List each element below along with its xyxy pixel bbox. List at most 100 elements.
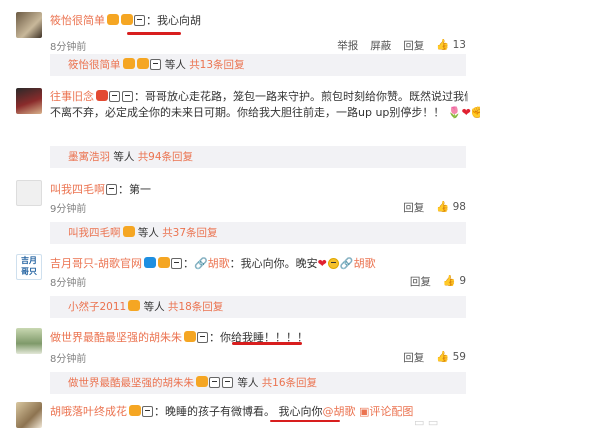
member-badge-icon (184, 331, 196, 342)
emoji-icon (209, 377, 220, 388)
comment-text: 我心向你。晚安 (240, 257, 318, 270)
comment-author[interactable]: 做世界最酷最坚强的胡朱朱 (50, 331, 182, 344)
comment-item: 往事旧念 ：哥哥放心走花路，笼包一路来守护。煎包时刻给你赞。既然说过我们 不离不弃… (14, 86, 480, 142)
comment-text-line1: 哥哥放心走花路，笼包一路来守护。煎包时刻给你赞。既然说过我们 (145, 90, 468, 103)
comment-thread: 筱怡很简单 ：我心向胡 8分钟前 举报 屏蔽 回复 👍 13 筱怡很简单 等人 共… (0, 0, 600, 440)
mention-link[interactable]: 胡歌 (208, 257, 230, 270)
comment-author[interactable]: 吉月哥只-胡歌官网 (50, 257, 142, 270)
comment-item: 吉月 哥只 吉月哥只-胡歌官网 ：🔗胡歌：我心向你。晚安❤ 🔗胡歌 8分钟前 回复 👍… (14, 252, 466, 292)
emoji-icon (122, 91, 133, 102)
comment-time: 8分钟前 (50, 354, 87, 365)
reply-mid-text: 等人 (113, 151, 135, 163)
mention-link[interactable]: 胡歌 (354, 257, 376, 270)
emoji-icon (197, 332, 208, 343)
emoji-icon (149, 59, 161, 70)
verified-badge-icon (143, 257, 156, 268)
member-badge-icon (129, 405, 141, 416)
reply-author[interactable]: 筱怡很简单 (68, 59, 121, 71)
avatar[interactable] (16, 12, 42, 38)
underline-annotation (270, 420, 340, 422)
member-badge-icon (96, 90, 108, 101)
member-badge-icon (196, 376, 208, 387)
tulip-icon: 🌷 (447, 106, 462, 119)
reply-button[interactable]: 回复 (403, 38, 424, 53)
like-icon: 👍 (436, 201, 453, 213)
reply-count-link[interactable]: 共13条回复 (189, 59, 244, 71)
reply-summary[interactable]: 叫我四毛啊 等人 共37条回复 (50, 222, 466, 244)
emoji-icon (134, 15, 145, 26)
comment-item: 胡哦落叶终成花 ：晚睡的孩子有微博看。 我心向你@胡歌 ▣评论配图 (14, 400, 466, 436)
link-icon: 🔗 (193, 257, 208, 270)
member-badge-icon (136, 58, 149, 69)
avatar[interactable] (16, 402, 42, 428)
reply-author[interactable]: 小然子2011 (68, 301, 126, 313)
link-icon: 🔗 (339, 257, 354, 270)
reply-button[interactable]: 回复 (403, 200, 424, 215)
comment-text: 我心向胡 (157, 14, 201, 27)
comment-time: 8分钟前 (50, 278, 87, 289)
report-button[interactable]: 举报 (337, 38, 358, 53)
underline-annotation (232, 342, 302, 345)
comment-text: 第一 (129, 183, 151, 196)
member-badge-icon (121, 14, 133, 25)
reply-mid-text: 等人 (137, 227, 159, 239)
comment-author[interactable]: 往事旧念 (50, 90, 94, 103)
emoji-icon (170, 258, 182, 269)
reply-summary[interactable]: 做世界最酷最坚强的胡朱朱 等人 共16条回复 (50, 372, 466, 394)
like-count[interactable]: 👍 9 (443, 274, 466, 289)
emoji-icon (142, 406, 153, 417)
comment-item: 做世界最酷最坚强的胡朱朱 ：你给我睡！！！！ 8分钟前 回复 👍 59 (14, 326, 466, 370)
reply-button[interactable]: 回复 (403, 350, 424, 365)
comment-text-line2: 不离不弃，必定成全你的未来日可期。你给我大胆往前走，一路up up别停步！！ (50, 106, 445, 119)
like-count[interactable]: 👍 59 (436, 350, 466, 365)
verified-badge-icon (122, 58, 135, 69)
avatar[interactable]: 吉月 哥只 (16, 254, 42, 280)
comment-time: 8分钟前 (50, 42, 87, 53)
heart-icon: ❤ (317, 257, 327, 270)
reply-count-link[interactable]: 共37条回复 (162, 227, 217, 239)
verified-badge-icon (107, 14, 119, 25)
like-count[interactable]: 👍 98 (436, 200, 466, 215)
reply-count-link[interactable]: 共18条回复 (168, 301, 223, 313)
comment-time: 9分钟前 (50, 204, 87, 215)
member-badge-icon (122, 226, 135, 237)
underline-annotation (127, 32, 181, 35)
emoji-icon (222, 377, 233, 388)
like-icon: 👍 (436, 39, 453, 51)
like-count[interactable]: 👍 13 (436, 38, 466, 53)
reply-author[interactable]: 做世界最酷最坚强的胡朱朱 (68, 377, 194, 389)
comment-author[interactable]: 胡哦落叶终成花 (50, 405, 127, 418)
reply-button[interactable]: 回复 (410, 274, 431, 289)
comment-item: 叫我四毛啊 ：第一 9分钟前 回复 👍 98 (14, 178, 466, 218)
member-badge-icon (157, 257, 170, 268)
comment-author[interactable]: 叫我四毛啊 (50, 183, 105, 196)
avatar[interactable] (16, 180, 42, 206)
image-icon: ▣ (359, 405, 370, 418)
reply-mid-text: 等人 (164, 59, 186, 71)
like-icon: 👍 (442, 275, 460, 287)
reply-mid-text: 等人 (237, 377, 259, 389)
mention-link[interactable]: @胡歌 (323, 405, 356, 418)
member-badge-icon (128, 300, 141, 311)
reply-summary[interactable]: 小然子2011 等人 共18条回复 (50, 296, 466, 318)
emoji-icon (109, 91, 120, 102)
reply-mid-text: 等人 (143, 301, 165, 313)
comment-text: 晚睡的孩子有微博看。 (165, 405, 275, 418)
reply-author[interactable]: 墨寓浩羽 (68, 151, 110, 163)
comment-image-link[interactable]: 评论配图 (369, 405, 413, 418)
avatar[interactable] (16, 88, 42, 114)
reply-summary[interactable]: 筱怡很简单 等人 共13条回复 (50, 54, 466, 76)
reply-summary[interactable]: 墨寓浩羽 等人 共94条回复 (50, 146, 466, 168)
reply-count-link[interactable]: 共94条回复 (138, 151, 193, 163)
watermark-icon: ▭ ▭ (414, 416, 439, 429)
comment-text-highlight: 我心向你 (278, 405, 323, 418)
fist-icon: ✊ (470, 106, 480, 119)
reply-author[interactable]: 叫我四毛啊 (68, 227, 121, 239)
comment-author[interactable]: 筱怡很简单 (50, 14, 105, 27)
emoji-icon (106, 184, 117, 195)
block-button[interactable]: 屏蔽 (370, 38, 391, 53)
emoji-icon (327, 258, 339, 269)
like-icon: 👍 (436, 351, 453, 363)
reply-count-link[interactable]: 共16条回复 (262, 377, 317, 389)
avatar[interactable] (16, 328, 42, 354)
